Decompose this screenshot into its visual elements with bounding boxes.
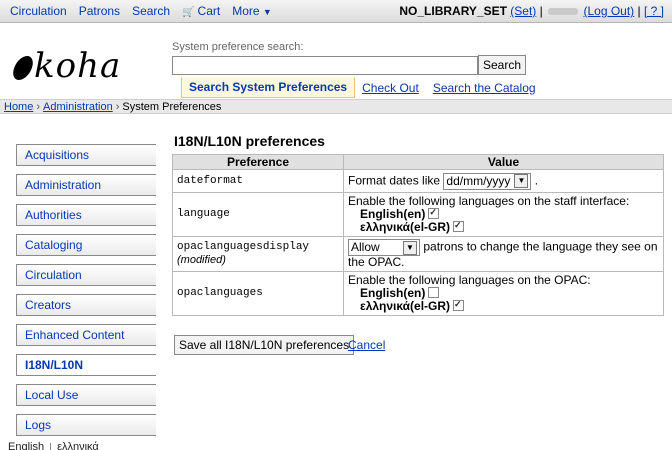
- opac-language-en-checkbox[interactable]: [428, 287, 440, 298]
- nav-cart-label: Cart: [197, 4, 221, 18]
- pref-name: dateformat: [172, 169, 344, 193]
- sidebar-item-creators[interactable]: Creators: [16, 294, 156, 316]
- pref-value: Format dates like dd/mm/yyyy ▼ .: [343, 169, 664, 193]
- nav-circulation[interactable]: Circulation: [10, 4, 67, 18]
- sidebar-menu: Acquisitions Administration Authorities …: [16, 144, 156, 444]
- separator: |: [637, 4, 641, 18]
- pref-name-label: opaclanguagesdisplay: [177, 241, 310, 253]
- table-header-row: Preference Value: [172, 154, 664, 170]
- opaclanguagesdisplay-select[interactable]: Allow ▼: [348, 239, 420, 256]
- pref-value: Allow ▼ patrons to change the language th…: [343, 236, 664, 272]
- dateformat-suffix: .: [534, 173, 539, 188]
- dateformat-selected: dd/mm/yyyy: [446, 173, 511, 188]
- language-option-label: English(en): [360, 286, 426, 300]
- library-name: NO_LIBRARY_SET: [399, 4, 507, 18]
- pref-value: Enable the following languages on the OP…: [343, 271, 664, 316]
- language-greek[interactable]: ελληνικά: [57, 441, 99, 450]
- breadcrumb-separator: ›: [36, 101, 41, 113]
- cancel-link[interactable]: Cancel: [348, 338, 385, 352]
- pref-value: Enable the following languages on the st…: [343, 192, 664, 237]
- login-status: NO_LIBRARY_SET (Set) | (Log Out) | [ ? ]: [399, 4, 664, 18]
- search-button[interactable]: Search: [478, 55, 527, 75]
- nav-more[interactable]: More ▼: [232, 4, 272, 18]
- koha-logo-text: koha: [34, 46, 122, 86]
- breadcrumb: Home › Administration › System Preferences: [0, 99, 672, 114]
- koha-logo-icon: [11, 56, 35, 80]
- dateformat-select[interactable]: dd/mm/yyyy ▼: [443, 172, 532, 190]
- sidebar-item-authorities[interactable]: Authorities: [16, 204, 156, 226]
- nav-patrons[interactable]: Patrons: [79, 4, 120, 18]
- pref-name: language: [172, 192, 344, 237]
- sidebar-item-enhanced-content[interactable]: Enhanced Content: [16, 324, 156, 346]
- column-header-preference: Preference: [172, 154, 344, 170]
- breadcrumb-home[interactable]: Home: [4, 101, 33, 113]
- language-bar: English ελληνικά: [0, 441, 672, 450]
- table-row: dateformat Format dates like dd/mm/yyyy ▼…: [172, 169, 664, 193]
- breadcrumb-current: System Preferences: [122, 101, 222, 113]
- tab-search-system-preferences[interactable]: Search System Preferences: [181, 77, 356, 98]
- language-el-checkbox[interactable]: [453, 219, 465, 232]
- divider: [50, 442, 52, 450]
- help-link[interactable]: [ ? ]: [644, 4, 664, 18]
- opac-language-el-checkbox[interactable]: [453, 298, 465, 311]
- sidebar-item-cataloging[interactable]: Cataloging: [16, 234, 156, 256]
- nav-search[interactable]: Search: [132, 4, 170, 18]
- sidebar-item-administration[interactable]: Administration: [16, 174, 156, 196]
- nav-cart[interactable]: 🛒 Cart: [182, 4, 220, 18]
- table-row: opaclanguages Enable the following langu…: [172, 271, 664, 316]
- sidebar-item-local-use[interactable]: Local Use: [16, 384, 156, 406]
- language-option: ελληνικά(el-GR): [360, 219, 659, 234]
- table-row: language Enable the following languages …: [172, 192, 664, 237]
- nav-more-label: More: [232, 4, 260, 18]
- search-input[interactable]: [172, 56, 478, 75]
- column-header-value: Value: [343, 154, 664, 170]
- tab-search-catalog[interactable]: Search the Catalog: [426, 78, 543, 98]
- sidebar-item-i18n-l10n[interactable]: I18N/L10N: [16, 354, 156, 376]
- cart-icon: 🛒: [182, 7, 195, 18]
- modified-label: (modified): [177, 254, 226, 266]
- logout-link[interactable]: (Log Out): [583, 4, 634, 18]
- language-option-label: English(en): [360, 207, 426, 221]
- table-row: opaclanguagesdisplay (modified) Allow ▼ p…: [172, 236, 664, 272]
- language-en-checkbox[interactable]: [428, 206, 440, 219]
- breadcrumb-administration[interactable]: Administration: [43, 101, 113, 113]
- username-redacted: [548, 8, 579, 16]
- set-library-link[interactable]: (Set): [510, 4, 536, 18]
- opaclanguagesdisplay-selected: Allow: [351, 240, 380, 254]
- koha-logo[interactable]: koha: [11, 46, 122, 86]
- pref-name: opaclanguages: [172, 271, 344, 316]
- breadcrumb-separator: ›: [115, 101, 120, 113]
- chevron-down-icon: ▼: [403, 241, 417, 255]
- preferences-table: Preference Value dateformat Format dates…: [172, 154, 664, 316]
- search-tabs: Search System Preferences Check Out Sear…: [181, 77, 543, 98]
- pref-name: opaclanguagesdisplay (modified): [172, 236, 344, 272]
- chevron-down-icon: ▼: [514, 174, 529, 189]
- sidebar-item-logs[interactable]: Logs: [16, 414, 156, 436]
- top-nav: Circulation Patrons Search 🛒 Cart More ▼: [10, 4, 272, 18]
- sidebar-item-acquisitions[interactable]: Acquisitions: [16, 144, 156, 166]
- language-english[interactable]: English: [8, 441, 44, 450]
- language-option-label: ελληνικά(el-GR): [360, 220, 451, 234]
- sidebar-item-circulation[interactable]: Circulation: [16, 264, 156, 286]
- page-title: I18N/L10N preferences: [174, 133, 325, 149]
- chevron-down-icon: ▼: [262, 7, 272, 17]
- save-button[interactable]: Save all I18N/L10N preferences: [174, 335, 355, 355]
- top-toolbar: Circulation Patrons Search 🛒 Cart More ▼ …: [0, 0, 672, 23]
- search-label: System preference search:: [172, 41, 304, 53]
- tab-check-out[interactable]: Check Out: [355, 78, 426, 98]
- language-option: ελληνικά(el-GR): [360, 298, 659, 313]
- separator: |: [539, 4, 543, 18]
- language-option-label: ελληνικά(el-GR): [360, 299, 451, 313]
- dateformat-prefix: Format dates like: [348, 173, 441, 188]
